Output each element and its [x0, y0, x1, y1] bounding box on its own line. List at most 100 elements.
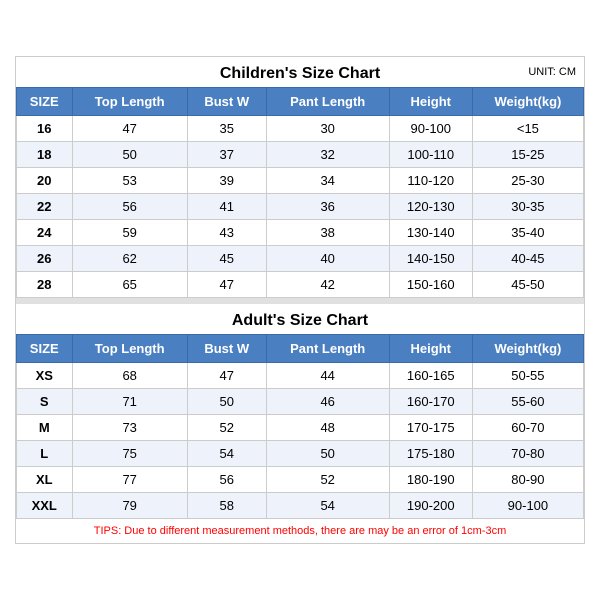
- adults-table-cell: XL: [17, 467, 73, 493]
- children-table-row: 1647353090-100<15: [17, 116, 584, 142]
- adults-table-cell: 180-190: [389, 467, 472, 493]
- children-table-cell: 32: [266, 142, 389, 168]
- adults-table-cell: XXL: [17, 493, 73, 519]
- adults-table-cell: 60-70: [472, 415, 583, 441]
- adults-table-cell: 190-200: [389, 493, 472, 519]
- children-table-row: 20533934110-12025-30: [17, 168, 584, 194]
- children-table-cell: 56: [72, 194, 187, 220]
- adults-table-cell: 68: [72, 363, 187, 389]
- adults-table-cell: 52: [187, 415, 266, 441]
- adults-col-top-length: Top Length: [72, 335, 187, 363]
- children-table-cell: 47: [187, 272, 266, 298]
- adults-table-cell: 50-55: [472, 363, 583, 389]
- children-table-cell: 38: [266, 220, 389, 246]
- adults-table-row: XL775652180-19080-90: [17, 467, 584, 493]
- children-table-cell: 65: [72, 272, 187, 298]
- children-table-cell: 100-110: [389, 142, 472, 168]
- children-table-cell: 110-120: [389, 168, 472, 194]
- children-table-cell: 20: [17, 168, 73, 194]
- children-col-top-length: Top Length: [72, 88, 187, 116]
- children-table-cell: 35: [187, 116, 266, 142]
- children-table-cell: 35-40: [472, 220, 583, 246]
- children-table-row: 24594338130-14035-40: [17, 220, 584, 246]
- adults-table-row: XXL795854190-20090-100: [17, 493, 584, 519]
- children-table-row: 18503732100-11015-25: [17, 142, 584, 168]
- children-table-cell: 30-35: [472, 194, 583, 220]
- adults-section-title: Adult's Size Chart: [16, 304, 584, 334]
- children-table-cell: 140-150: [389, 246, 472, 272]
- adults-table-cell: 48: [266, 415, 389, 441]
- adults-table-cell: 54: [266, 493, 389, 519]
- adults-table-cell: 80-90: [472, 467, 583, 493]
- children-table-cell: 41: [187, 194, 266, 220]
- adults-table-cell: 77: [72, 467, 187, 493]
- adults-table-cell: S: [17, 389, 73, 415]
- adults-table-row: XS684744160-16550-55: [17, 363, 584, 389]
- children-col-size: SIZE: [17, 88, 73, 116]
- adults-table-cell: 56: [187, 467, 266, 493]
- adults-col-pant-length: Pant Length: [266, 335, 389, 363]
- children-table-cell: 50: [72, 142, 187, 168]
- adults-table-row: L755450175-18070-80: [17, 441, 584, 467]
- children-unit-label: UNIT: CM: [528, 66, 576, 78]
- children-table-cell: 22: [17, 194, 73, 220]
- children-table-cell: 28: [17, 272, 73, 298]
- children-table-cell: 62: [72, 246, 187, 272]
- children-col-bust-w: Bust W: [187, 88, 266, 116]
- adults-table-cell: 54: [187, 441, 266, 467]
- children-col-height: Height: [389, 88, 472, 116]
- adults-size-table: SIZE Top Length Bust W Pant Length Heigh…: [16, 334, 584, 519]
- adults-table-cell: 160-165: [389, 363, 472, 389]
- adults-title-text: Adult's Size Chart: [232, 312, 368, 329]
- children-table-cell: 120-130: [389, 194, 472, 220]
- children-table-cell: 43: [187, 220, 266, 246]
- children-table-cell: 30: [266, 116, 389, 142]
- children-table-cell: 25-30: [472, 168, 583, 194]
- children-col-weight: Weight(kg): [472, 88, 583, 116]
- children-col-pant-length: Pant Length: [266, 88, 389, 116]
- adults-table-cell: L: [17, 441, 73, 467]
- children-section-title: Children's Size Chart UNIT: CM: [16, 57, 584, 87]
- children-table-cell: 39: [187, 168, 266, 194]
- children-table-cell: 26: [17, 246, 73, 272]
- adults-table-cell: 73: [72, 415, 187, 441]
- adults-table-cell: 50: [266, 441, 389, 467]
- adults-header-row: SIZE Top Length Bust W Pant Length Heigh…: [17, 335, 584, 363]
- adults-table-row: S715046160-17055-60: [17, 389, 584, 415]
- children-table-cell: 47: [72, 116, 187, 142]
- children-table-row: 22564136120-13030-35: [17, 194, 584, 220]
- children-table-cell: 16: [17, 116, 73, 142]
- children-table-cell: 42: [266, 272, 389, 298]
- adults-table-cell: M: [17, 415, 73, 441]
- adults-table-cell: 47: [187, 363, 266, 389]
- adults-table-cell: 71: [72, 389, 187, 415]
- children-table-cell: 34: [266, 168, 389, 194]
- children-table-cell: 15-25: [472, 142, 583, 168]
- adults-col-size: SIZE: [17, 335, 73, 363]
- children-table-cell: 24: [17, 220, 73, 246]
- children-table-cell: 36: [266, 194, 389, 220]
- children-table-cell: 130-140: [389, 220, 472, 246]
- adults-col-weight: Weight(kg): [472, 335, 583, 363]
- size-chart-container: Children's Size Chart UNIT: CM SIZE Top …: [15, 56, 585, 544]
- children-title-text: Children's Size Chart: [220, 65, 380, 82]
- children-table-cell: 53: [72, 168, 187, 194]
- adults-table-cell: 44: [266, 363, 389, 389]
- adults-table-cell: 160-170: [389, 389, 472, 415]
- children-table-cell: 90-100: [389, 116, 472, 142]
- adults-table-row: M735248170-17560-70: [17, 415, 584, 441]
- adults-table-cell: 70-80: [472, 441, 583, 467]
- adults-table-cell: 46: [266, 389, 389, 415]
- children-table-cell: 45: [187, 246, 266, 272]
- adults-table-cell: 58: [187, 493, 266, 519]
- children-table-cell: 37: [187, 142, 266, 168]
- adults-col-bust-w: Bust W: [187, 335, 266, 363]
- children-table-cell: <15: [472, 116, 583, 142]
- children-header-row: SIZE Top Length Bust W Pant Length Heigh…: [17, 88, 584, 116]
- children-table-cell: 40: [266, 246, 389, 272]
- adults-table-cell: 170-175: [389, 415, 472, 441]
- children-table-cell: 18: [17, 142, 73, 168]
- adults-table-cell: 90-100: [472, 493, 583, 519]
- adults-table-cell: 79: [72, 493, 187, 519]
- adults-table-cell: 75: [72, 441, 187, 467]
